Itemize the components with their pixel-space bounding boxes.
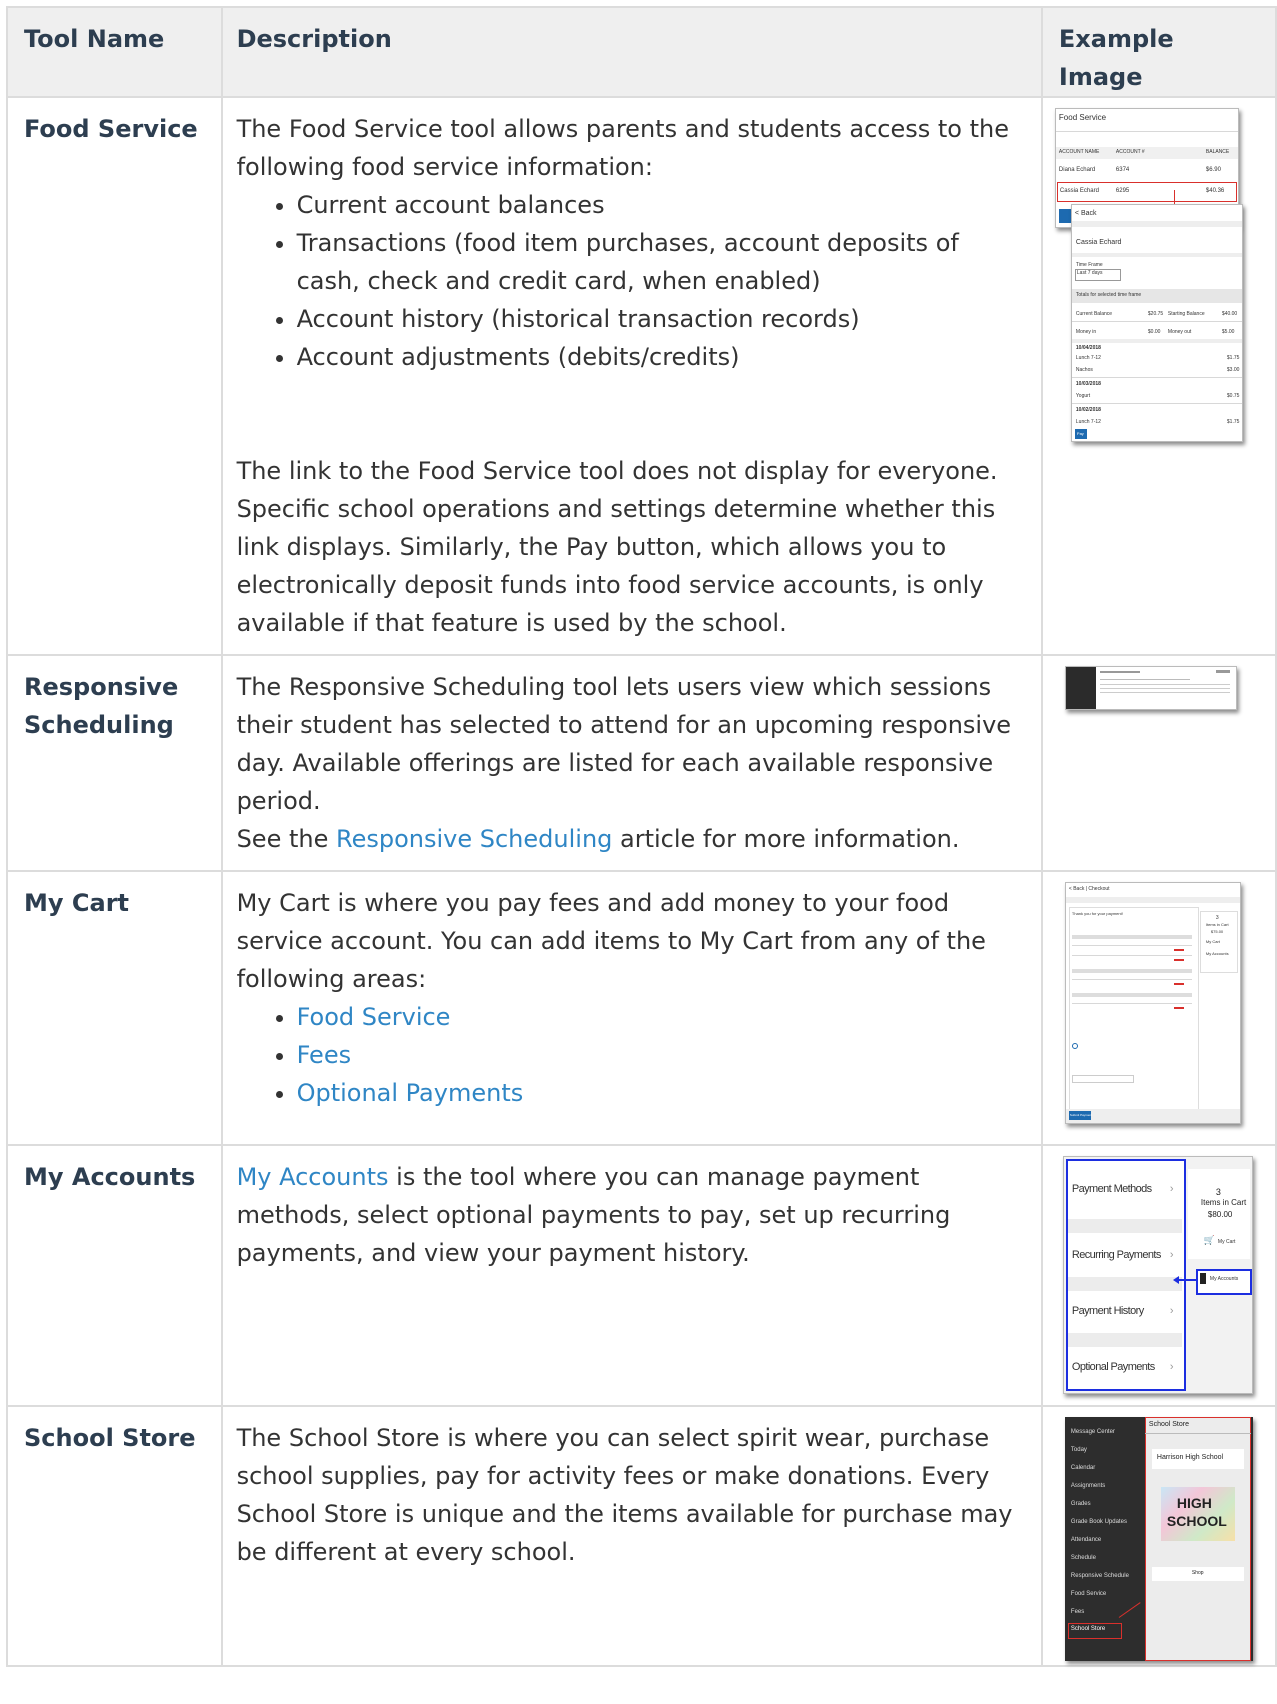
row-my-cart: My Cart My Cart is where you pay fees an…: [6, 870, 1277, 1146]
row-school-store: School Store The School Store is where y…: [6, 1405, 1277, 1667]
row-food-service: Food Service The Food Service tool allow…: [6, 96, 1277, 656]
my-accounts-link[interactable]: My Accounts: [237, 1163, 389, 1191]
example-image-my-accounts: Payment Methods Recurring Payments Payme…: [1040, 1144, 1277, 1407]
list-item: Transactions (food item purchases, accou…: [297, 224, 1027, 300]
cart-icon: 🛒: [1203, 1235, 1216, 1245]
example-image-my-cart: < Back | Checkout Thank you for your pay…: [1040, 870, 1277, 1146]
description-responsive-scheduling: The Responsive Scheduling tool lets user…: [220, 654, 1043, 872]
row-my-accounts: My Accounts My Accounts is the tool wher…: [6, 1144, 1277, 1407]
food-service-detail-screenshot: < Back Cassia Echard Time Frame Last 7 d…: [1070, 204, 1243, 442]
list-item: Optional Payments: [297, 1074, 1027, 1112]
header-example-image: Example Image: [1040, 6, 1277, 98]
tool-name-school-store: School Store: [6, 1405, 223, 1667]
food-service-note: The link to the Food Service tool does n…: [236, 457, 998, 637]
tools-table: Tool Name Description Example Image Food…: [6, 6, 1277, 1667]
list-item: Account history (historical transaction …: [297, 300, 1027, 338]
tool-name-my-cart: My Cart: [6, 870, 223, 1146]
tool-name-responsive-scheduling: Responsive Scheduling: [6, 654, 223, 872]
description-my-cart: My Cart is where you pay fees and add mo…: [220, 870, 1043, 1146]
list-item: Account adjustments (debits/credits): [297, 338, 1027, 376]
responsive-scheduling-see-also: See the Responsive Scheduling article fo…: [236, 825, 960, 853]
tool-name-my-accounts: My Accounts: [6, 1144, 223, 1407]
fees-link[interactable]: Fees: [297, 1041, 352, 1069]
header-tool-name: Tool Name: [6, 6, 223, 98]
responsive-scheduling-text: The Responsive Scheduling tool lets user…: [236, 673, 1012, 815]
description-my-accounts: My Accounts is the tool where you can ma…: [220, 1144, 1043, 1407]
description-school-store: The School Store is where you can select…: [220, 1405, 1043, 1667]
my-cart-screenshot: < Back | Checkout Thank you for your pay…: [1064, 882, 1241, 1124]
wallet-icon: [1199, 1273, 1206, 1284]
example-image-food-service: Food Service ACCOUNT NAME ACCOUNT # BALA…: [1040, 96, 1277, 656]
tool-name-food-service: Food Service: [6, 96, 223, 656]
description-food-service: The Food Service tool allows parents and…: [220, 96, 1043, 656]
school-store-screenshot: Message Center Today Calendar Assignment…: [1064, 1417, 1253, 1661]
my-cart-links: Food Service Fees Optional Payments: [237, 998, 1027, 1112]
my-cart-text: My Cart is where you pay fees and add mo…: [236, 889, 986, 993]
food-service-link[interactable]: Food Service: [297, 1003, 451, 1031]
food-service-bullets: Current account balances Transactions (f…: [237, 186, 1027, 376]
list-item: Food Service: [297, 998, 1027, 1036]
food-service-intro: The Food Service tool allows parents and…: [236, 115, 1009, 181]
responsive-scheduling-link[interactable]: Responsive Scheduling: [336, 825, 612, 853]
list-item: Fees: [297, 1036, 1027, 1074]
header-row: Tool Name Description Example Image: [6, 6, 1277, 98]
header-description: Description: [220, 6, 1043, 98]
responsive-scheduling-screenshot: [1064, 666, 1237, 710]
example-image-school-store: Message Center Today Calendar Assignment…: [1040, 1405, 1277, 1667]
row-responsive-scheduling: Responsive Scheduling The Responsive Sch…: [6, 654, 1277, 872]
optional-payments-link[interactable]: Optional Payments: [297, 1079, 524, 1107]
list-item: Current account balances: [297, 186, 1027, 224]
my-accounts-screenshot: Payment Methods Recurring Payments Payme…: [1062, 1156, 1253, 1394]
example-image-responsive-scheduling: [1040, 654, 1277, 872]
